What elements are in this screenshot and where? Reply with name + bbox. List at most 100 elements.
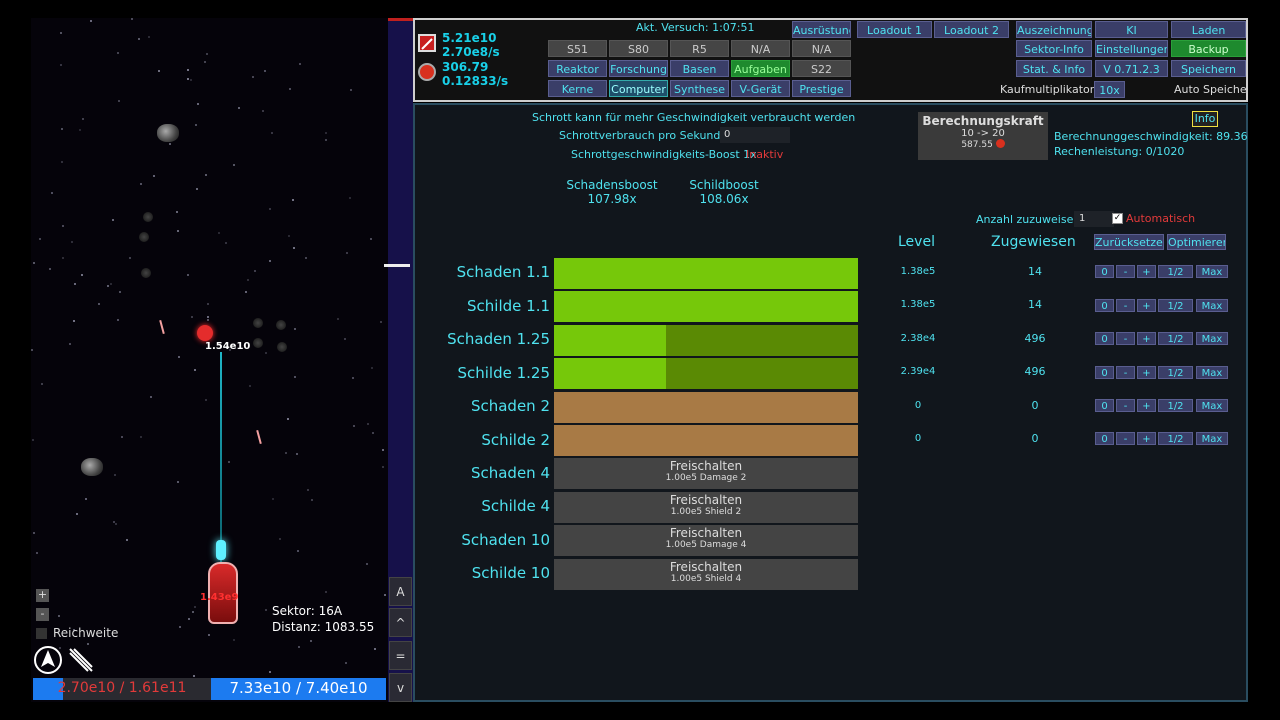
loadout-1-button[interactable]: Loadout 1: [857, 21, 932, 38]
star: [190, 79, 192, 81]
sektor-info-button[interactable]: Sektor-Info: [1016, 40, 1092, 57]
einstellungen-button[interactable]: Einstellungen: [1095, 40, 1168, 57]
star: [140, 436, 142, 438]
auto-checkbox[interactable]: ✓: [1112, 213, 1123, 224]
half-button[interactable]: 1/2: [1158, 265, 1193, 278]
set-zero-button[interactable]: 0: [1095, 299, 1114, 312]
star: [177, 481, 179, 483]
star: [117, 319, 119, 321]
increase-button[interactable]: +: [1137, 432, 1156, 445]
increase-button[interactable]: +: [1137, 265, 1156, 278]
unlock-button[interactable]: Freischalten 1.00e5 Damage 4: [554, 525, 858, 556]
weapon-icon[interactable]: [66, 645, 96, 675]
set-zero-button[interactable]: 0: [1095, 332, 1114, 345]
star: [117, 52, 119, 54]
sector-s80-button[interactable]: S80: [609, 40, 668, 57]
sector-na2-button[interactable]: N/A: [792, 40, 851, 57]
tab-kerne[interactable]: Kerne: [548, 80, 607, 97]
decrease-button[interactable]: -: [1116, 265, 1135, 278]
tab-forschung[interactable]: Forschung: [609, 60, 668, 77]
loadout-2-button[interactable]: Loadout 2: [934, 21, 1009, 38]
level-value: 0: [914, 433, 922, 444]
sector-r5-button[interactable]: R5: [670, 40, 729, 57]
star: [205, 399, 207, 401]
camera-auto-button[interactable]: A: [389, 577, 412, 606]
sector-s51-button[interactable]: S51: [548, 40, 607, 57]
stat-info-button[interactable]: Stat. & Info: [1016, 60, 1092, 77]
reichweite-checkbox[interactable]: [36, 628, 47, 639]
camera-up-button[interactable]: ^: [389, 608, 412, 637]
set-zero-button[interactable]: 0: [1095, 432, 1114, 445]
ki-button[interactable]: KI: [1095, 21, 1168, 38]
increase-button[interactable]: +: [1137, 399, 1156, 412]
camera-center-button[interactable]: =: [389, 641, 412, 670]
laden-button[interactable]: Laden: [1171, 21, 1246, 38]
star: [39, 238, 41, 240]
set-zero-button[interactable]: 0: [1095, 399, 1114, 412]
decrease-button[interactable]: -: [1116, 366, 1135, 379]
max-button[interactable]: Max: [1196, 265, 1228, 278]
star: [178, 356, 180, 358]
max-button[interactable]: Max: [1196, 332, 1228, 345]
info-button[interactable]: Info: [1192, 111, 1218, 127]
star: [370, 238, 372, 240]
star: [249, 385, 251, 387]
decrease-button[interactable]: -: [1116, 332, 1135, 345]
tab-ausruestung[interactable]: Ausrüstung: [792, 21, 851, 38]
increase-button[interactable]: +: [1137, 299, 1156, 312]
tab-synthese[interactable]: Synthese: [670, 80, 729, 97]
calc-power: Rechenleistung: 0/1020: [1054, 145, 1185, 158]
star: [265, 352, 267, 354]
tab-aufgaben[interactable]: Aufgaben: [731, 60, 790, 77]
half-button[interactable]: 1/2: [1158, 432, 1193, 445]
tab-reaktor[interactable]: Reaktor: [548, 60, 607, 77]
multiplier-button[interactable]: 10x: [1094, 81, 1125, 98]
reset-button[interactable]: Zurücksetzen: [1094, 234, 1164, 250]
unlock-button[interactable]: Freischalten 1.00e5 Shield 2: [554, 492, 858, 523]
zoom-in-button[interactable]: +: [36, 589, 49, 602]
decrease-button[interactable]: -: [1116, 399, 1135, 412]
star: [90, 20, 92, 22]
star: [60, 64, 62, 66]
star: [349, 197, 351, 199]
half-button[interactable]: 1/2: [1158, 399, 1193, 412]
auszeichnung-button[interactable]: Auszeichnung: [1016, 21, 1092, 38]
set-zero-button[interactable]: 0: [1095, 366, 1114, 379]
zoom-out-button[interactable]: -: [36, 608, 49, 621]
backup-button[interactable]: Backup: [1171, 40, 1246, 57]
scrap-per-sec-input[interactable]: 0: [720, 127, 790, 143]
sector-s22-button[interactable]: S22: [792, 60, 851, 77]
distance-label: Distanz: 1083.55: [272, 620, 375, 634]
calc-power-box[interactable]: Berechnungskraft 10 -> 20 587.55: [918, 112, 1048, 160]
enemy-ship[interactable]: [197, 325, 213, 341]
max-button[interactable]: Max: [1196, 299, 1228, 312]
tab-prestige[interactable]: Prestige: [792, 80, 851, 97]
version-button[interactable]: V 0.71.2.3: [1095, 60, 1168, 77]
max-button[interactable]: Max: [1196, 399, 1228, 412]
half-button[interactable]: 1/2: [1158, 366, 1193, 379]
unlock-button[interactable]: Freischalten 1.00e5 Damage 2: [554, 458, 858, 489]
upgrade-progress-bar: [554, 258, 858, 289]
amount-input[interactable]: 1: [1074, 211, 1114, 227]
optimize-button[interactable]: Optimieren: [1167, 234, 1226, 250]
increase-button[interactable]: +: [1137, 366, 1156, 379]
increase-button[interactable]: +: [1137, 332, 1156, 345]
tab-computer[interactable]: Computer: [609, 80, 668, 97]
star: [179, 626, 181, 628]
decrease-button[interactable]: -: [1116, 299, 1135, 312]
max-button[interactable]: Max: [1196, 432, 1228, 445]
camera-down-button[interactable]: v: [389, 673, 412, 702]
decrease-button[interactable]: -: [1116, 432, 1135, 445]
speichern-button[interactable]: Speichern: [1171, 60, 1246, 77]
star: [98, 303, 100, 305]
half-button[interactable]: 1/2: [1158, 299, 1193, 312]
unlock-button[interactable]: Freischalten 1.00e5 Shield 4: [554, 559, 858, 590]
star: [346, 252, 348, 254]
tab-basen[interactable]: Basen: [670, 60, 729, 77]
half-button[interactable]: 1/2: [1158, 332, 1193, 345]
fleet-icon[interactable]: [33, 645, 63, 675]
tab-v-geraet[interactable]: V-Gerät: [731, 80, 790, 97]
set-zero-button[interactable]: 0: [1095, 265, 1114, 278]
sector-na-button[interactable]: N/A: [731, 40, 790, 57]
max-button[interactable]: Max: [1196, 366, 1228, 379]
